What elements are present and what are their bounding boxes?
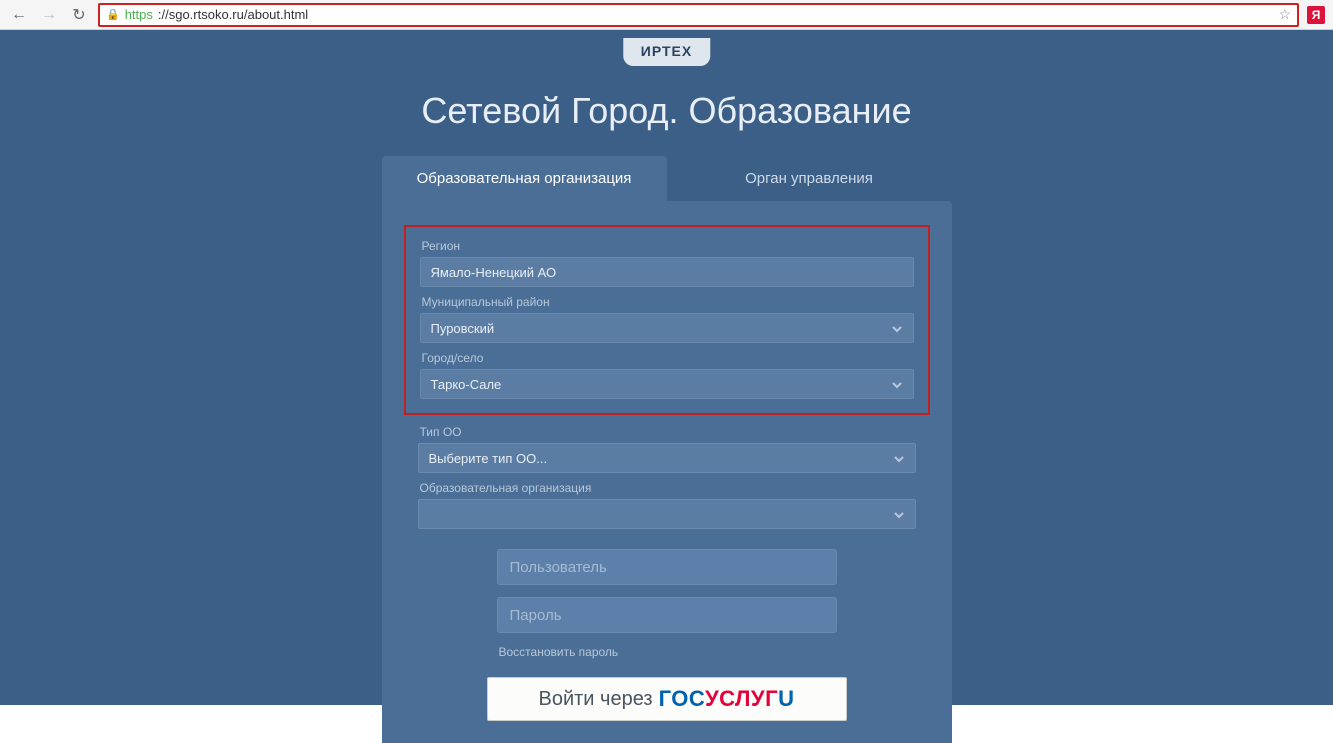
chevron-down-icon <box>891 323 903 338</box>
city-select[interactable]: Тарко-Сале <box>420 369 914 399</box>
reload-button[interactable]: ↻ <box>68 4 90 26</box>
region-label: Регион <box>422 239 914 253</box>
district-select[interactable]: Пуровский <box>420 313 914 343</box>
browser-toolbar: ← → ↻ 🔒 https ://sgo.rtsoko.ru/about.html… <box>0 0 1333 30</box>
region-value: Ямало-Ненецкий АО <box>431 265 557 280</box>
lower-fields: Тип ОО Выберите тип ОО... Образовательна… <box>404 425 930 529</box>
chevron-down-icon <box>891 379 903 394</box>
lock-icon: 🔒 <box>106 8 120 21</box>
login-panel: Образовательная организация Орган управл… <box>382 156 952 743</box>
gosuslugi-logo: ГОСУСЛУГU <box>659 686 795 712</box>
url-path: ://sgo.rtsoko.ru/about.html <box>158 7 308 22</box>
tab-authority[interactable]: Орган управления <box>667 156 952 201</box>
region-highlight-box: Регион Ямало-Ненецкий АО Муниципальный р… <box>404 225 930 415</box>
forgot-password-link[interactable]: Восстановить пароль <box>497 645 837 659</box>
type-value: Выберите тип ОО... <box>429 451 548 466</box>
district-label: Муниципальный район <box>422 295 914 309</box>
org-select[interactable] <box>418 499 916 529</box>
url-scheme: https <box>125 7 153 22</box>
address-bar[interactable]: 🔒 https ://sgo.rtsoko.ru/about.html ☆ <box>98 3 1299 27</box>
logo-badge: ИРТЕХ <box>623 38 710 66</box>
chevron-down-icon <box>893 509 905 524</box>
yandex-icon[interactable]: Я <box>1307 6 1325 24</box>
tab-organization[interactable]: Образовательная организация <box>382 156 667 201</box>
bookmark-icon[interactable]: ☆ <box>1278 6 1291 23</box>
type-label: Тип ОО <box>420 425 916 439</box>
username-input[interactable] <box>497 549 837 585</box>
page-body: ИРТЕХ Сетевой Город. Образование Образов… <box>0 30 1333 705</box>
back-button[interactable]: ← <box>8 4 30 26</box>
type-select[interactable]: Выберите тип ОО... <box>418 443 916 473</box>
panel-body: Регион Ямало-Ненецкий АО Муниципальный р… <box>382 201 952 743</box>
org-label: Образовательная организация <box>420 481 916 495</box>
password-input[interactable] <box>497 597 837 633</box>
city-label: Город/село <box>422 351 914 365</box>
tab-bar: Образовательная организация Орган управл… <box>382 156 952 201</box>
chevron-down-icon <box>893 453 905 468</box>
gosuslugi-login-button[interactable]: Войти через ГОСУСЛУГU <box>487 677 847 721</box>
city-value: Тарко-Сале <box>431 377 502 392</box>
region-select[interactable]: Ямало-Ненецкий АО <box>420 257 914 287</box>
district-value: Пуровский <box>431 321 495 336</box>
forward-button[interactable]: → <box>38 4 60 26</box>
gos-prefix: Войти через <box>539 688 653 711</box>
credentials-block: Восстановить пароль <box>497 549 837 659</box>
